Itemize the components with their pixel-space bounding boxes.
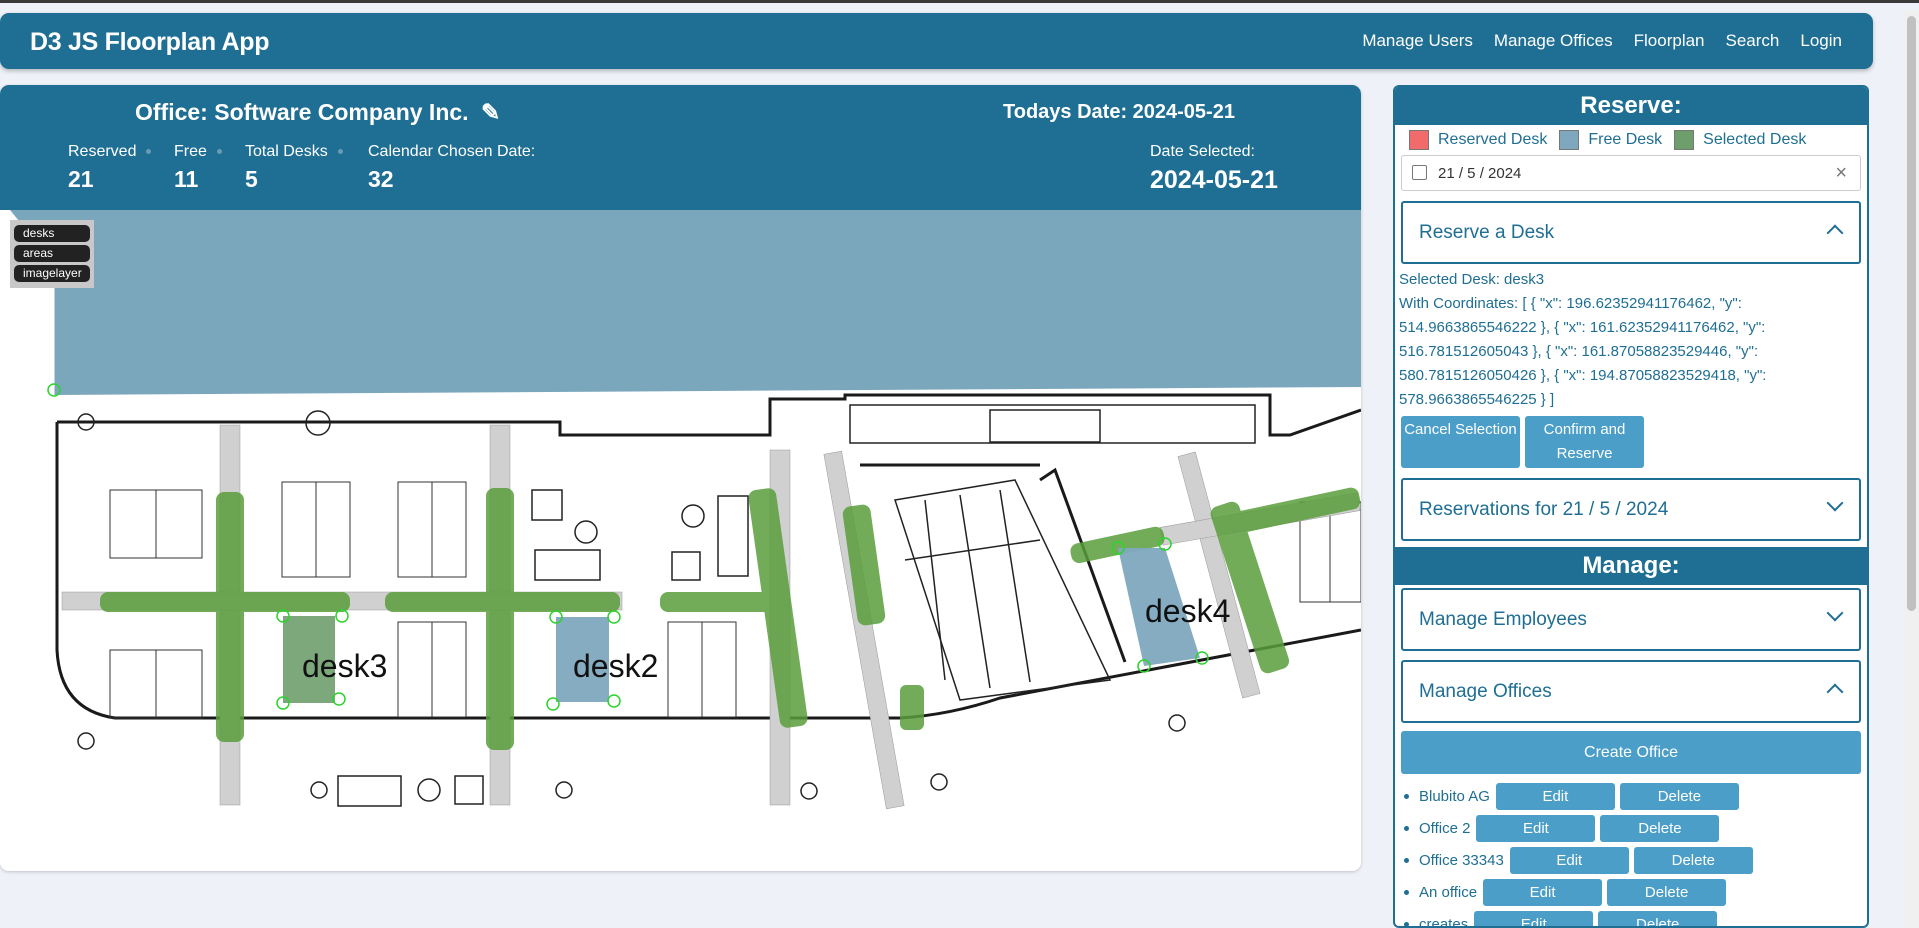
clear-date-icon[interactable]: × [1835,162,1847,185]
floorplan-svg[interactable]: desk3 desk2 desk4 [0,210,1361,871]
stat-total-value: 5 [245,166,258,192]
reserved-swatch [1409,130,1429,150]
bullet-icon [1404,921,1409,926]
desk3-label: desk3 [302,648,387,684]
list-item: creates Edit Delete [1401,908,1867,928]
bullet-icon [1404,889,1409,895]
manage-offices-title: Manage Offices [1419,681,1552,702]
desk-legend: Reserved Desk Free Desk Selected Desk [1395,125,1867,155]
bullet-icon [1404,857,1409,863]
reserve-desk-accordion[interactable]: Reserve a Desk [1401,201,1861,264]
create-office-button[interactable]: Create Office [1401,731,1861,774]
scrollbar-thumb[interactable] [1907,16,1916,611]
app-brand[interactable]: D3 JS Floorplan App [30,28,270,57]
dot-icon [216,149,222,155]
confirm-reserve-button[interactable]: Confirm and Reserve [1525,416,1644,468]
delete-office-button[interactable]: Delete [1619,782,1739,810]
office-name: Office 33343 [1419,851,1504,869]
manage-employees-accordion[interactable]: Manage Employees [1401,588,1861,651]
manage-offices-accordion[interactable]: Manage Offices [1401,660,1861,723]
nav-manage-offices[interactable]: Manage Offices [1494,31,1613,51]
nav-search[interactable]: Search [1726,31,1780,51]
todays-date: Todays Date: 2024-05-21 [1003,101,1235,123]
side-panel: Reserve: Reserved Desk Free Desk Selecte… [1393,85,1869,928]
date-selected-label: Date Selected: [1150,143,1255,160]
office-name: creates [1419,915,1469,928]
window-top-border [0,0,1919,3]
nav-manage-users[interactable]: Manage Users [1362,31,1473,51]
stat-free-value: 11 [174,166,199,192]
coordinates-text: With Coordinates: [ { "x": 196.623529411… [1399,295,1767,408]
reserve-actions: Cancel Selection Confirm and Reserve [1401,416,1861,468]
edit-office-button[interactable]: Edit [1483,878,1603,906]
dot-icon [337,149,343,155]
selected-desk-info: Selected Desk: desk3 With Coordinates: [… [1399,268,1863,412]
page-scrollbar[interactable] [1904,10,1919,928]
free-swatch [1559,130,1580,150]
date-value: 21 / 5 / 2024 [1438,165,1522,182]
chevron-up-icon [1826,683,1844,701]
manage-heading: Manage: [1395,547,1867,585]
stat-calendar-value: 32 [368,166,394,192]
office-title-text: Office: Software Company Inc. [135,99,469,125]
reserve-heading: Reserve: [1395,87,1867,125]
reservations-title: Reservations for 21 / 5 / 2024 [1419,499,1669,520]
navbar: D3 JS Floorplan App Manage Users Manage … [0,13,1873,69]
legend-free: Free Desk [1588,131,1663,148]
office-stats-header: Office: Software Company Inc. ✎ Todays D… [0,85,1361,210]
stat-reserved-value: 21 [68,166,94,192]
reservation-date-input[interactable]: 21 / 5 / 2024 × [1401,155,1861,191]
delete-office-button[interactable]: Delete [1633,846,1753,874]
nav-login[interactable]: Login [1800,31,1842,51]
delete-office-button[interactable]: Delete [1598,910,1718,926]
chevron-up-icon [1826,224,1844,242]
selected-desk-text: Selected Desk: desk3 [1399,271,1545,288]
layer-areas[interactable]: areas [14,245,90,262]
manage-employees-title: Manage Employees [1419,609,1587,630]
legend-selected: Selected Desk [1703,131,1807,148]
office-list: Blubito AG Edit Delete Office 2 Edit Del… [1401,780,1867,928]
list-item: An office Edit Delete [1401,876,1867,908]
floorplan-panel: Office: Software Company Inc. ✎ Todays D… [0,85,1361,871]
nav-links: Manage Users Manage Offices Floorplan Se… [1341,31,1842,51]
selected-swatch [1674,130,1695,150]
edit-office-button[interactable]: Edit [1474,910,1594,926]
list-item: Office 2 Edit Delete [1401,812,1867,844]
bullet-icon [1404,793,1409,799]
bullet-icon [1404,825,1409,831]
edit-office-button[interactable]: Edit [1495,782,1615,810]
stat-total-label: Total Desks [245,143,343,161]
stat-calendar-label: Calendar Chosen Date: [368,143,536,160]
cancel-selection-button[interactable]: Cancel Selection [1401,416,1520,468]
delete-office-button[interactable]: Delete [1607,878,1727,906]
desk4-label: desk4 [1145,593,1230,629]
legend-reserved: Reserved Desk [1438,131,1548,148]
edit-pencil-icon[interactable]: ✎ [481,99,500,125]
date-selected-value: 2024-05-21 [1150,166,1278,194]
reserve-desk-title: Reserve a Desk [1419,222,1555,243]
edit-office-button[interactable]: Edit [1509,846,1629,874]
delete-office-button[interactable]: Delete [1600,814,1720,842]
office-name: An office [1419,883,1478,901]
office-name: Blubito AG [1419,787,1490,805]
area-shape[interactable] [10,210,1361,395]
list-item: Office 33343 Edit Delete [1401,844,1867,876]
calendar-icon [1412,165,1427,180]
chevron-down-icon [1826,494,1844,512]
layer-desks[interactable]: desks [14,225,90,242]
stat-free-label: Free [174,143,222,161]
office-title: Office: Software Company Inc. ✎ [135,99,500,126]
office-name: Office 2 [1419,819,1471,837]
layer-imagelayer[interactable]: imagelayer [14,265,90,282]
nav-floorplan[interactable]: Floorplan [1634,31,1705,51]
desk2-label: desk2 [573,648,658,684]
dot-icon [146,149,152,155]
floorplan-map[interactable]: desk3 desk2 desk4 desks areas imagelayer [0,210,1361,871]
list-item: Blubito AG Edit Delete [1401,780,1867,812]
reservations-accordion[interactable]: Reservations for 21 / 5 / 2024 [1401,478,1861,541]
layer-control: desks areas imagelayer [10,220,94,288]
stat-reserved-label: Reserved [68,143,152,161]
edit-office-button[interactable]: Edit [1476,814,1596,842]
chevron-down-icon [1826,604,1844,622]
